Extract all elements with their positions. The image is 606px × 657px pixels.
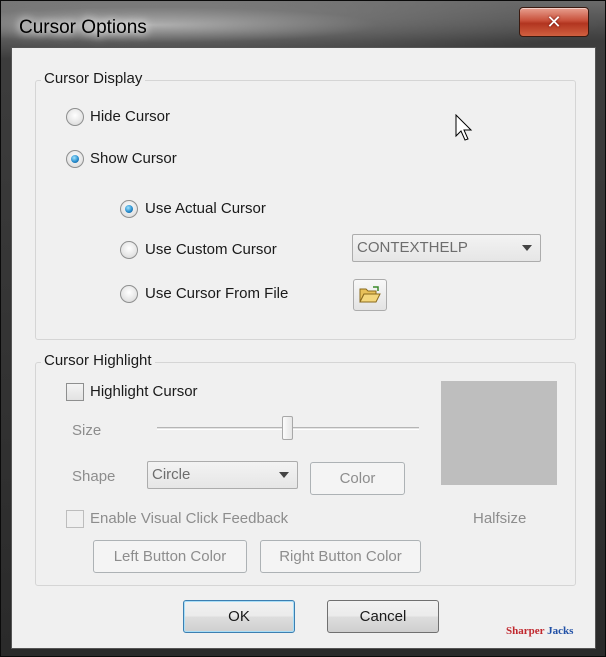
- use-cursor-from-file-radio[interactable]: [120, 285, 138, 303]
- click-feedback-label[interactable]: Enable Visual Click Feedback: [90, 510, 288, 527]
- use-actual-cursor-radio[interactable]: [120, 200, 138, 218]
- highlight-preview: [441, 381, 557, 485]
- dialog-client-area: Cursor Display Hide Cursor Show Cursor U…: [11, 47, 596, 649]
- use-custom-cursor-radio[interactable]: [120, 241, 138, 259]
- color-button[interactable]: Color: [310, 462, 405, 495]
- preview-caption: Halfsize: [473, 510, 527, 527]
- browse-file-button[interactable]: [353, 279, 387, 311]
- open-folder-icon: [359, 286, 381, 303]
- window-title: Cursor Options: [19, 17, 147, 38]
- use-cursor-from-file-label[interactable]: Use Cursor From File: [145, 285, 288, 302]
- show-cursor-label[interactable]: Show Cursor: [90, 150, 177, 167]
- ok-button[interactable]: OK: [183, 600, 295, 633]
- mouse-pointer-icon: [455, 114, 473, 141]
- hide-cursor-radio[interactable]: [66, 108, 84, 126]
- close-icon: ✕: [546, 11, 562, 33]
- cursor-display-group-title: Cursor Display: [41, 70, 146, 87]
- size-label: Size: [72, 422, 102, 439]
- watermark-part2: Jacks: [547, 625, 574, 637]
- close-button[interactable]: ✕: [519, 7, 589, 37]
- cursor-highlight-group-title: Cursor Highlight: [41, 352, 155, 369]
- size-slider-thumb[interactable]: [282, 416, 293, 440]
- watermark-part1: Sharper: [506, 625, 545, 637]
- use-custom-cursor-label[interactable]: Use Custom Cursor: [145, 241, 277, 258]
- shape-select[interactable]: Circle: [147, 461, 298, 489]
- hide-cursor-label[interactable]: Hide Cursor: [90, 108, 170, 125]
- cancel-button[interactable]: Cancel: [327, 600, 439, 633]
- shape-select-value: Circle: [152, 466, 191, 483]
- highlight-cursor-label[interactable]: Highlight Cursor: [90, 383, 198, 400]
- highlight-cursor-checkbox[interactable]: [66, 383, 84, 401]
- dialog-window: Cursor Options ✕ Cursor Display Hide Cur…: [0, 0, 606, 657]
- watermark-logo: Sharper Jacks: [506, 625, 573, 637]
- custom-cursor-select[interactable]: CONTEXTHELP: [352, 234, 541, 262]
- right-button-color-button[interactable]: Right Button Color: [260, 540, 421, 573]
- chevron-down-icon: [279, 472, 289, 478]
- shape-label: Shape: [72, 468, 116, 485]
- left-button-color-button[interactable]: Left Button Color: [93, 540, 247, 573]
- show-cursor-radio[interactable]: [66, 150, 84, 168]
- custom-cursor-select-value: CONTEXTHELP: [357, 239, 468, 256]
- chevron-down-icon: [522, 245, 532, 251]
- use-actual-cursor-label[interactable]: Use Actual Cursor: [145, 200, 266, 217]
- click-feedback-checkbox[interactable]: [66, 510, 84, 528]
